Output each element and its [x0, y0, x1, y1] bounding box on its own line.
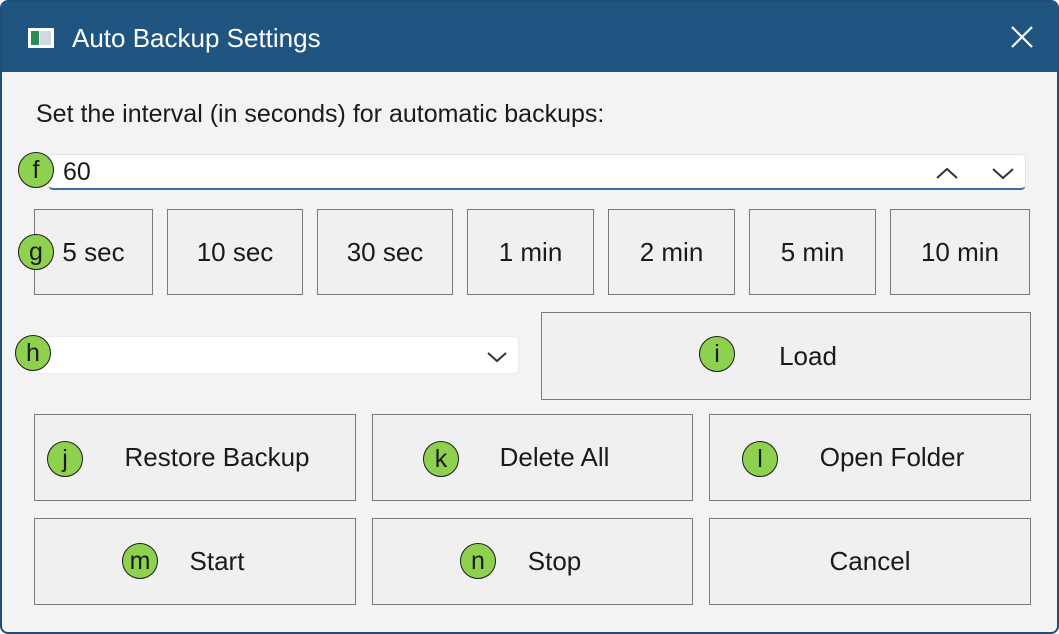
- title-bar: Auto Backup Settings: [2, 2, 1057, 72]
- marker-i: i: [699, 336, 735, 372]
- load-button[interactable]: Load: [541, 312, 1031, 400]
- marker-k: k: [423, 441, 459, 477]
- chevron-up-icon[interactable]: [933, 163, 961, 183]
- close-icon: [1011, 26, 1033, 48]
- window-app-icon: [28, 28, 54, 48]
- marker-n: n: [460, 543, 496, 579]
- chevron-down-icon[interactable]: [485, 349, 509, 365]
- delete-all-button[interactable]: Delete All: [372, 414, 693, 501]
- start-button[interactable]: Start: [34, 518, 356, 605]
- marker-m: m: [122, 543, 158, 579]
- marker-l: l: [742, 441, 778, 477]
- preset-button-10-sec[interactable]: 10 sec: [167, 209, 303, 295]
- auto-backup-settings-window: Auto Backup Settings Set the interval (i…: [0, 0, 1059, 634]
- preset-button-5-min[interactable]: 5 min: [749, 209, 876, 295]
- marker-f: f: [18, 152, 54, 188]
- interval-spinbox[interactable]: [48, 154, 1026, 190]
- backup-select-dropdown[interactable]: [32, 336, 519, 374]
- cancel-button[interactable]: Cancel: [709, 518, 1031, 605]
- marker-h: h: [15, 335, 51, 371]
- chevron-down-icon[interactable]: [989, 163, 1017, 183]
- preset-button-10-min[interactable]: 10 min: [890, 209, 1030, 295]
- window-title: Auto Backup Settings: [72, 23, 321, 53]
- preset-button-1-min[interactable]: 1 min: [467, 209, 594, 295]
- interval-prompt-label: Set the interval (in seconds) for automa…: [36, 100, 605, 128]
- interval-input[interactable]: [63, 158, 903, 186]
- close-button[interactable]: [987, 2, 1057, 72]
- marker-g: g: [18, 234, 54, 270]
- stop-button[interactable]: Stop: [372, 518, 693, 605]
- marker-j: j: [47, 441, 83, 477]
- preset-button-30-sec[interactable]: 30 sec: [317, 209, 453, 295]
- preset-button-2-min[interactable]: 2 min: [608, 209, 735, 295]
